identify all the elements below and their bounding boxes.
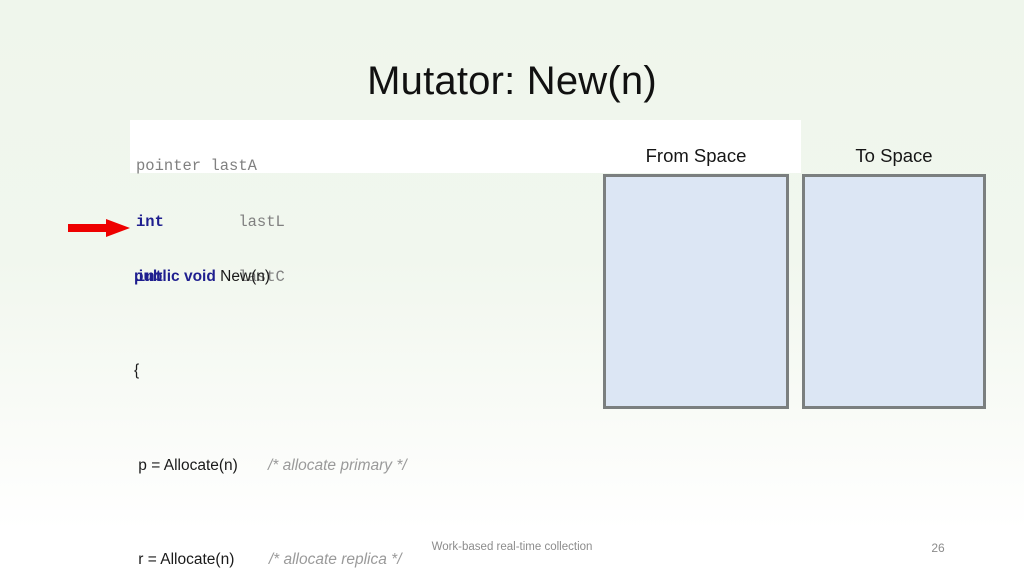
slide-canvas: Mutator: New(n) pointer lastA int lastL … bbox=[0, 0, 1024, 576]
statement-text: p = Allocate(n) bbox=[134, 456, 238, 474]
to-space-label: To Space bbox=[855, 145, 933, 166]
to-space-box bbox=[802, 174, 986, 409]
comment-spacer bbox=[238, 457, 268, 474]
page-title: Mutator: New(n) bbox=[367, 59, 657, 103]
method-name: New(n) bbox=[215, 267, 271, 285]
code-line-open-brace: { bbox=[134, 359, 530, 383]
code-line-signature: public void New(n) bbox=[134, 265, 530, 289]
page-number: 26 bbox=[931, 541, 945, 555]
from-space-box bbox=[603, 174, 789, 409]
inline-comment: /* allocate primary */ bbox=[267, 456, 407, 474]
declaration-row: pointer lastA bbox=[136, 157, 285, 176]
from-space-label: From Space bbox=[645, 145, 747, 166]
red-arrow-icon bbox=[68, 219, 130, 237]
statement-text: r = Allocate(n) bbox=[134, 550, 235, 568]
code-block: public void New(n) { p = Allocate(n) /* … bbox=[134, 194, 530, 576]
footer-note: Work-based real-time collection bbox=[431, 541, 593, 553]
code-line-allocate-primary: p = Allocate(n) /* allocate primary */ bbox=[134, 454, 530, 478]
comment-spacer bbox=[234, 551, 268, 568]
open-brace: { bbox=[134, 362, 140, 380]
declaration-name: lastA bbox=[210, 157, 257, 175]
keyword-public-void: public void bbox=[134, 267, 216, 285]
declaration-type: pointer bbox=[136, 157, 202, 175]
inline-comment: /* allocate replica */ bbox=[268, 550, 402, 568]
